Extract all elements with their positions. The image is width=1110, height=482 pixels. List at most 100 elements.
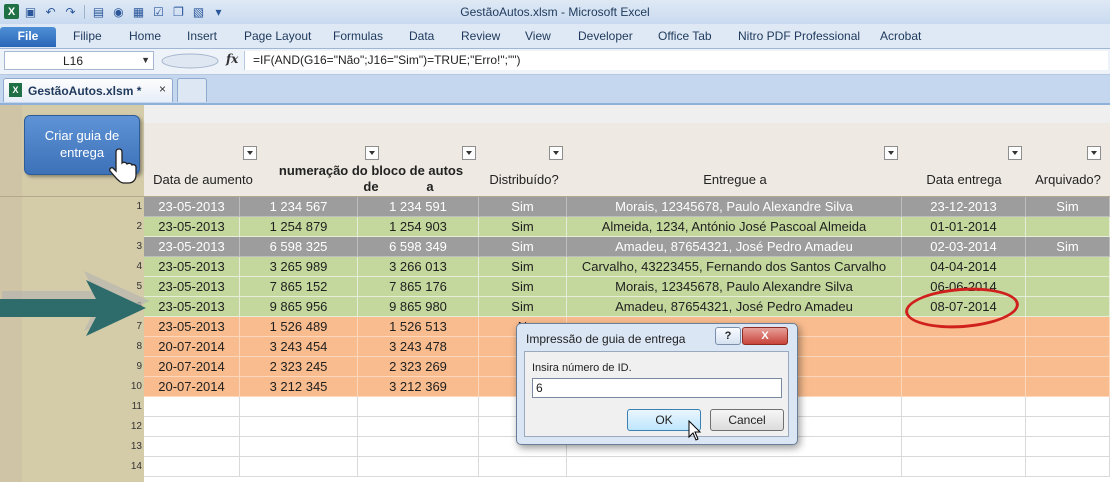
row-number[interactable]: 12 (120, 417, 144, 437)
table-cell[interactable]: 3 243 478 (358, 337, 479, 357)
table-cell[interactable]: 23-05-2013 (144, 317, 240, 337)
table-cell[interactable]: 1 234 567 (240, 197, 358, 217)
table-cell[interactable]: 23-12-2013 (902, 197, 1026, 217)
tab-formulas[interactable]: Formulas (333, 27, 383, 47)
table-cell[interactable] (902, 337, 1026, 357)
table-cell[interactable]: Sim (479, 297, 567, 317)
chevron-down-icon[interactable]: ▼ (141, 55, 150, 65)
tab-data[interactable]: Data (409, 27, 434, 47)
table-cell[interactable] (902, 457, 1026, 477)
table-cell[interactable]: Sim (479, 237, 567, 257)
table-cell[interactable] (144, 397, 240, 417)
row-number[interactable]: 13 (120, 437, 144, 457)
table-cell[interactable]: 23-05-2013 (144, 257, 240, 277)
cancel-button[interactable]: Cancel (710, 409, 784, 431)
table-cell[interactable]: 3 243 454 (240, 337, 358, 357)
table-cell[interactable]: Sim (479, 277, 567, 297)
table-cell[interactable] (1026, 437, 1110, 457)
tab-view[interactable]: View (525, 27, 551, 47)
table-cell[interactable]: 9 865 956 (240, 297, 358, 317)
table-cell[interactable] (1026, 337, 1110, 357)
table-cell[interactable]: 1 234 591 (358, 197, 479, 217)
table-cell[interactable]: 3 212 345 (240, 377, 358, 397)
table-cell[interactable]: 20-07-2014 (144, 377, 240, 397)
table-cell[interactable] (358, 417, 479, 437)
table-cell[interactable] (358, 397, 479, 417)
table-cell[interactable]: 1 526 513 (358, 317, 479, 337)
table-cell[interactable]: 6 598 325 (240, 237, 358, 257)
tab-page-layout[interactable]: Page Layout (244, 27, 311, 47)
table-cell[interactable]: 1 254 903 (358, 217, 479, 237)
table-cell[interactable] (479, 457, 567, 477)
table-cell[interactable] (240, 457, 358, 477)
tab-home[interactable]: Home (129, 27, 161, 47)
table-cell[interactable]: 23-05-2013 (144, 217, 240, 237)
table-cell[interactable]: Sim (479, 217, 567, 237)
table-cell[interactable]: Amadeu, 87654321, José Pedro Amadeu (567, 297, 902, 317)
table-cell[interactable] (144, 437, 240, 457)
tab-developer[interactable]: Developer (578, 27, 633, 47)
table-cell[interactable]: 3 265 989 (240, 257, 358, 277)
tab-review[interactable]: Review (461, 27, 500, 47)
row-number[interactable]: 3 (120, 237, 144, 257)
new-tab-button[interactable] (177, 78, 207, 102)
table-cell[interactable] (1026, 397, 1110, 417)
table-cell[interactable]: 6 598 349 (358, 237, 479, 257)
table-cell[interactable] (240, 397, 358, 417)
table-cell[interactable]: 1 254 879 (240, 217, 358, 237)
table-cell[interactable]: 3 212 369 (358, 377, 479, 397)
table-cell[interactable] (1026, 357, 1110, 377)
row-number[interactable]: 10 (120, 377, 144, 397)
table-cell[interactable] (1026, 297, 1110, 317)
table-cell[interactable] (144, 417, 240, 437)
table-cell[interactable]: 1 526 489 (240, 317, 358, 337)
row-number[interactable]: 2 (120, 217, 144, 237)
table-cell[interactable]: 20-07-2014 (144, 357, 240, 377)
table-cell[interactable] (902, 377, 1026, 397)
table-cell[interactable]: 01-01-2014 (902, 217, 1026, 237)
tab-acrobat[interactable]: Acrobat (880, 27, 921, 47)
table-cell[interactable]: 7 865 152 (240, 277, 358, 297)
formula-input[interactable]: =IF(AND(G16="Não";J16="Sim")=TRUE;"Erro!… (244, 51, 1108, 70)
help-button[interactable]: ? (715, 327, 741, 345)
table-cell[interactable] (902, 417, 1026, 437)
table-cell[interactable]: 04-04-2014 (902, 257, 1026, 277)
table-cell[interactable]: Amadeu, 87654321, José Pedro Amadeu (567, 237, 902, 257)
table-cell[interactable]: 3 266 013 (358, 257, 479, 277)
id-input[interactable]: 6 (532, 378, 782, 398)
table-cell[interactable]: Sim (1026, 237, 1110, 257)
close-icon[interactable]: × (159, 82, 166, 96)
row-number[interactable]: 11 (120, 397, 144, 417)
table-cell[interactable] (1026, 457, 1110, 477)
table-cell[interactable]: 2 323 245 (240, 357, 358, 377)
table-cell[interactable] (567, 457, 902, 477)
table-cell[interactable]: Almeida, 1234, António José Pascoal Alme… (567, 217, 902, 237)
filter-dropdown-icon[interactable] (884, 146, 898, 160)
table-cell[interactable] (1026, 217, 1110, 237)
tab-insert[interactable]: Insert (187, 27, 217, 47)
table-cell[interactable]: 2 323 269 (358, 357, 479, 377)
tab-file[interactable]: File (0, 27, 56, 47)
table-cell[interactable]: Morais, 12345678, Paulo Alexandre Silva (567, 197, 902, 217)
name-box[interactable]: L16 ▼ (4, 51, 154, 70)
row-number[interactable]: 14 (120, 457, 144, 477)
row-number[interactable]: 9 (120, 357, 144, 377)
table-cell[interactable] (902, 397, 1026, 417)
table-cell[interactable]: 23-05-2013 (144, 297, 240, 317)
row-number[interactable]: 1 (120, 197, 144, 217)
filter-dropdown-icon[interactable] (365, 146, 379, 160)
tab-office-tab[interactable]: Office Tab (658, 27, 712, 47)
workbook-tab[interactable]: X GestãoAutos.xlsm * × (3, 78, 173, 102)
close-button[interactable]: X (742, 327, 788, 345)
table-cell[interactable]: Sim (479, 197, 567, 217)
table-cell[interactable] (1026, 317, 1110, 337)
table-cell[interactable]: Sim (479, 257, 567, 277)
filter-dropdown-icon[interactable] (1087, 146, 1101, 160)
table-cell[interactable]: 9 865 980 (358, 297, 479, 317)
table-cell[interactable] (240, 417, 358, 437)
filter-dropdown-icon[interactable] (549, 146, 563, 160)
table-cell[interactable]: Sim (1026, 197, 1110, 217)
table-cell[interactable]: 23-05-2013 (144, 197, 240, 217)
table-cell[interactable] (1026, 377, 1110, 397)
tab-nitro-pdf[interactable]: Nitro PDF Professional (738, 27, 860, 47)
